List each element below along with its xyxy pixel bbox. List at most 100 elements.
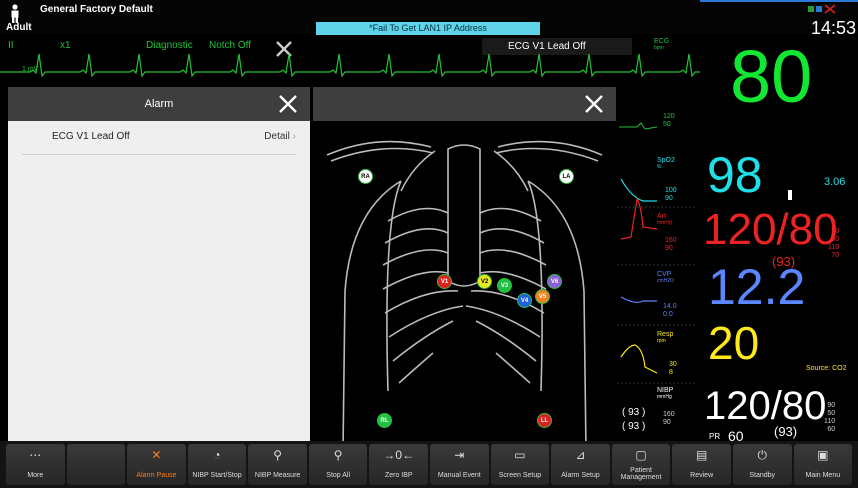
standby-icon: ⏻ <box>757 448 767 462</box>
main-menu-label: Main Menu <box>805 472 841 479</box>
ecg-waveform <box>0 53 700 78</box>
hr-limits: 120 50 <box>663 113 675 128</box>
close-icon[interactable] <box>278 94 298 114</box>
patient-monitor-screen: Adult General Factory Default *Fail To G… <box>0 0 858 488</box>
spo2-value[interactable]: 98 <box>707 150 763 200</box>
cvp-limits: 14.0 0.0 <box>663 303 677 318</box>
top-accent-line <box>700 0 858 2</box>
main-menu-button[interactable]: ▣ Main Menu <box>793 444 853 485</box>
alarm-message: ECG V1 Lead Off <box>52 131 130 142</box>
art-label: Art mmHg <box>657 213 672 226</box>
patient-management-label: Patient Management <box>620 467 662 481</box>
alarm-panel-header: Alarm <box>8 87 310 121</box>
nibp-side-limits: 90 50 110 60 <box>824 402 836 433</box>
heart-rate-value[interactable]: 80 <box>730 40 812 114</box>
alarm-panel-title: Alarm <box>144 98 174 110</box>
zero-ibp-label: Zero IBP <box>384 472 413 479</box>
electrode-ra: RA <box>358 169 373 184</box>
nibp-limits: 160 90 <box>663 411 675 426</box>
nibp-mean: (93) <box>774 424 798 439</box>
main-menu-icon: ▣ <box>817 448 829 462</box>
spo2-perfusion-index: 3.06 <box>824 176 846 188</box>
alarm-pause-label: Alarm Pause <box>136 472 177 479</box>
electrode-v5: V5 <box>535 289 550 304</box>
stop-all-label: Stop All <box>326 472 351 479</box>
bottom-toolbar: ⋯ More ✕ Alarm Pause ◔ NIBP Start/Stop ⚲ NIBP M… <box>0 441 858 488</box>
pr-label: PR <box>709 432 721 441</box>
manual-event-button[interactable]: ⇥ Manual Event <box>430 444 489 485</box>
resp-limits: 30 8 <box>669 361 677 376</box>
top-bar: Adult General Factory Default *Fail To G… <box>0 0 858 38</box>
more-icon: ⋯ <box>29 448 42 462</box>
alarm-detail-link[interactable]: Detail › <box>264 131 296 142</box>
blank-button[interactable] <box>66 444 126 485</box>
electrode-ll: LL <box>537 413 552 428</box>
zero-ibp-button[interactable]: →0← Zero IBP <box>369 444 429 485</box>
patient-type[interactable]: Adult <box>6 22 32 33</box>
nibp-history-2: ( 93 ) <box>622 421 646 432</box>
standby-button[interactable]: ⏻ Standby <box>732 444 792 485</box>
resp-source: Source: CO2 <box>806 365 847 372</box>
standby-label: Standby <box>749 472 776 479</box>
electrode-v4: V4 <box>517 293 532 308</box>
resp-label: Resp rpm <box>657 331 674 344</box>
alarm-list-item[interactable]: ECG V1 Lead Off Detail › <box>22 121 296 155</box>
nibp-measure-button[interactable]: ⚲ NIBP Measure <box>248 444 307 485</box>
electrode-la: LA <box>559 169 574 184</box>
electrode-v2: V2 <box>477 274 492 289</box>
review-label: Review <box>690 472 714 479</box>
art-limits: 160 90 <box>665 237 677 252</box>
review-icon: ▤ <box>695 448 708 462</box>
nibp-history-1: ( 93 ) <box>622 407 646 418</box>
nibp-value[interactable]: 120/80 <box>704 386 826 426</box>
screen-setup-icon: ▭ <box>514 448 526 462</box>
alarm-pause-button[interactable]: ✕ Alarm Pause <box>127 444 186 485</box>
screen-setup-label: Screen Setup <box>498 472 542 479</box>
network-icon <box>808 4 836 14</box>
electrode-rl: RL <box>377 413 392 428</box>
clock: 14:53 <box>810 18 856 38</box>
art-side-limits: 90 50 110 70 <box>828 228 840 259</box>
nibp-start-stop-icon: ◔ <box>213 448 221 462</box>
more-button[interactable]: ⋯ More <box>6 444 65 485</box>
cvp-label: CVP cmH2O <box>657 271 674 284</box>
alarm-list: ECG V1 Lead Off Detail › <box>8 121 310 155</box>
electrode-v6: V6 <box>547 274 562 289</box>
electrode-v1: V1 <box>437 274 452 289</box>
close-icon[interactable] <box>584 94 604 114</box>
nibp-start-stop-button[interactable]: ◔ NIBP Start/Stop <box>187 444 247 485</box>
spo2-label: SpO2% <box>657 157 675 170</box>
nibp-label: NIBP mmHg <box>657 387 674 400</box>
more-label: More <box>27 472 44 479</box>
nibp-measure-label: NIBP Measure <box>254 472 301 479</box>
zero-ibp-icon: →0← <box>383 448 415 462</box>
resp-value[interactable]: 20 <box>708 320 759 366</box>
alarm-setup-icon: ⊿ <box>575 448 586 462</box>
electrode-v3: V3 <box>497 278 512 293</box>
screen-setup-button[interactable]: ▭ Screen Setup <box>490 444 550 485</box>
config-profile[interactable]: General Factory Default <box>40 4 153 15</box>
art-value[interactable]: 120/80 <box>703 208 838 252</box>
lead-panel-header <box>313 87 616 121</box>
manual-event-icon: ⇥ <box>454 448 465 462</box>
stop-all-button[interactable]: ⚲ Stop All <box>308 444 368 485</box>
alarm-pause-icon: ✕ <box>151 448 162 462</box>
waveform-column: 120 50 SpO2% 100 90 Art mmHg 160 90 CVP cmH2O… <box>617 87 697 441</box>
manual-event-label: Manual Event <box>437 472 481 479</box>
ribcage-illustration <box>326 140 603 441</box>
cvp-value[interactable]: 12.2 <box>708 262 805 312</box>
alarm-panel: Alarm ECG V1 Lead Off Detail › <box>8 87 310 441</box>
person-icon <box>11 4 19 23</box>
lead-placement-panel: RA LA V1 V2 V3 V4 V5 V6 RL LL <box>313 87 616 441</box>
spo2-limits: 100 90 <box>665 187 677 202</box>
alarm-setup-label: Alarm Setup <box>561 472 600 479</box>
chevron-right-icon: › <box>292 131 296 142</box>
spo2-signal-bar <box>788 190 792 200</box>
review-button[interactable]: ▤ Review <box>672 444 731 485</box>
patient-management-icon: ▢ <box>635 448 647 462</box>
nibp-start-stop-label: NIBP Start/Stop <box>192 472 242 479</box>
alarm-setup-button[interactable]: ⊿ Alarm Setup <box>551 444 610 485</box>
stop-all-icon: ⚲ <box>333 448 343 462</box>
nibp-measure-icon: ⚲ <box>273 448 282 462</box>
patient-management-button[interactable]: ▢ Patient Management <box>611 444 671 485</box>
